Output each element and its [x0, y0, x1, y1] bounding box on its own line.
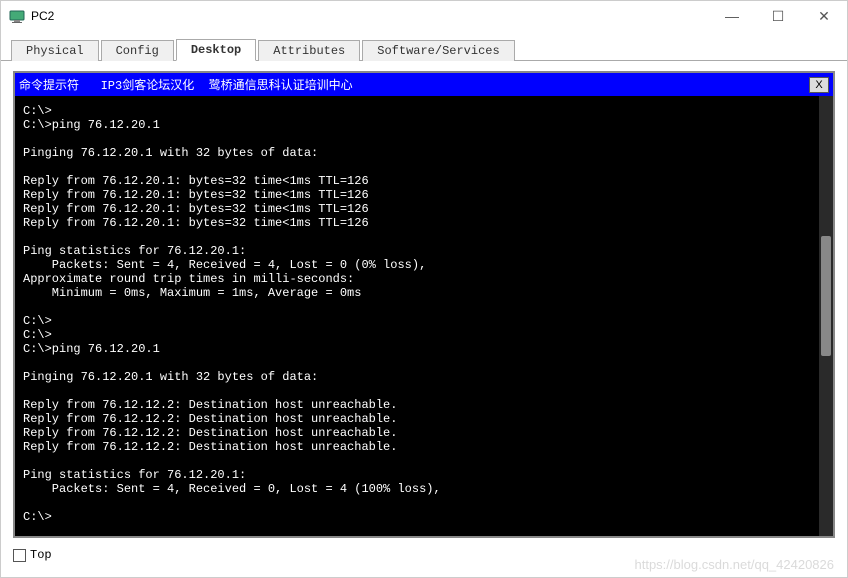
tab-physical[interactable]: Physical	[11, 40, 99, 61]
tab-desktop[interactable]: Desktop	[176, 39, 256, 61]
terminal-scrollbar-thumb[interactable]	[821, 236, 831, 356]
terminal-title: 命令提示符 IP3剑客论坛汉化 鹭桥通信思科认证培训中心	[19, 76, 809, 93]
top-checkbox[interactable]	[13, 549, 26, 562]
tab-config[interactable]: Config	[101, 40, 174, 61]
window-title: PC2	[31, 9, 54, 23]
close-button[interactable]: ✕	[801, 1, 847, 31]
tabbar: Physical Config Desktop Attributes Softw…	[1, 37, 847, 61]
terminal-output[interactable]: C:\> C:\>ping 76.12.20.1 Pinging 76.12.2…	[15, 96, 833, 536]
terminal-titlebar: 命令提示符 IP3剑客论坛汉化 鹭桥通信思科认证培训中心 X	[15, 73, 833, 96]
workarea: 命令提示符 IP3剑客论坛汉化 鹭桥通信思科认证培训中心 X C:\> C:\>…	[1, 61, 847, 544]
tab-software-services[interactable]: Software/Services	[362, 40, 514, 61]
window-controls: — ☐ ✕	[709, 1, 847, 31]
terminal-close-button[interactable]: X	[809, 77, 829, 93]
maximize-button[interactable]: ☐	[755, 1, 801, 31]
tab-attributes[interactable]: Attributes	[258, 40, 360, 61]
window-titlebar: PC2 — ☐ ✕	[1, 1, 847, 31]
minimize-button[interactable]: —	[709, 1, 755, 31]
terminal-window: 命令提示符 IP3剑客论坛汉化 鹭桥通信思科认证培训中心 X C:\> C:\>…	[13, 71, 835, 538]
top-checkbox-label: Top	[30, 548, 52, 562]
app-icon	[9, 8, 25, 24]
footer: Top	[1, 544, 847, 566]
terminal-body-wrap: C:\> C:\>ping 76.12.20.1 Pinging 76.12.2…	[15, 96, 833, 536]
terminal-scrollbar[interactable]	[819, 96, 833, 536]
